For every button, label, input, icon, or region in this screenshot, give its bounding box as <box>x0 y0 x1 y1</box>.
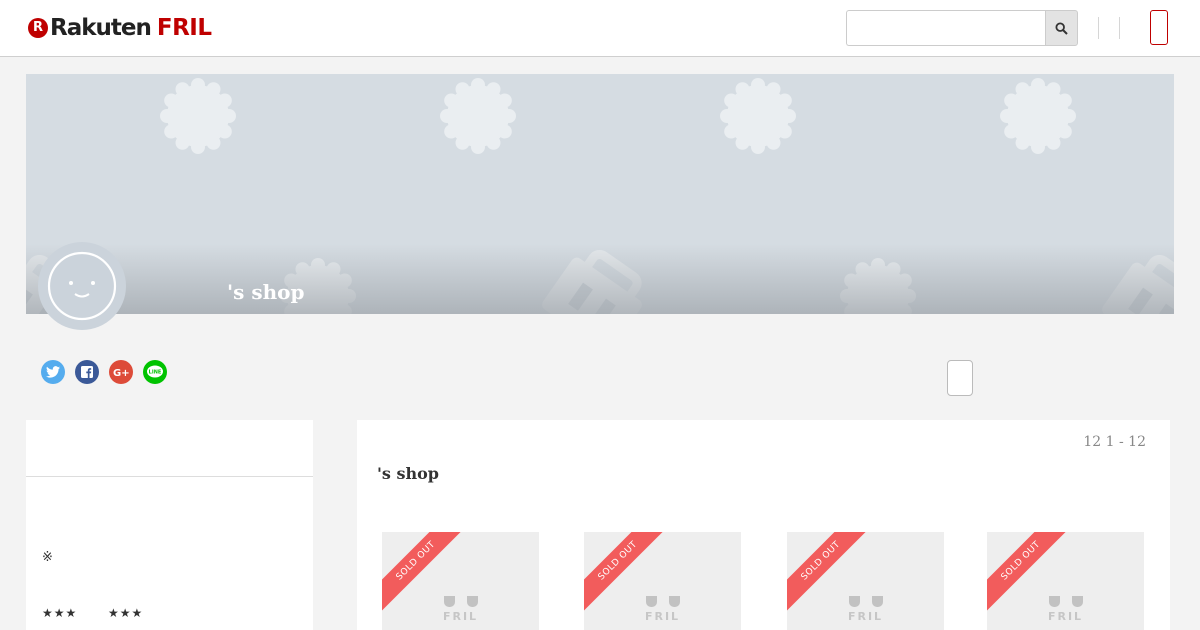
listing-title: 's shop <box>377 464 439 483</box>
shop-banner <box>26 74 1174 314</box>
placeholder-icon <box>1049 596 1083 607</box>
google-plus-share-button[interactable]: G+ <box>109 360 133 384</box>
search-icon <box>1055 21 1068 35</box>
rating-stars: ★★★ <box>42 606 78 620</box>
banner-shade <box>26 244 1174 314</box>
search-button[interactable] <box>1045 10 1078 46</box>
smiley-avatar-icon <box>47 251 117 321</box>
shop-name: 's shop <box>227 280 305 304</box>
item-card[interactable]: SOLD OUT FRIL <box>987 532 1144 630</box>
result-count: 12 1 - 12 <box>1083 434 1146 450</box>
header-menu-button[interactable] <box>1150 10 1168 45</box>
header-separator <box>1098 17 1099 39</box>
rating-stars: ★★★ <box>108 606 144 620</box>
item-listing: 12 1 - 12 's shop SOLD OUT FRIL SOLD OUT… <box>357 420 1170 630</box>
item-card[interactable]: SOLD OUT FRIL <box>787 532 944 630</box>
placeholder-icon <box>849 596 883 607</box>
placeholder-icon <box>646 596 680 607</box>
line-label: LINE <box>149 370 162 376</box>
twitter-share-button[interactable] <box>41 360 65 384</box>
svg-text:G+: G+ <box>113 368 129 378</box>
placeholder-text: FRIL <box>847 610 884 623</box>
google-plus-icon: G+ <box>113 368 129 378</box>
search-input[interactable] <box>846 10 1046 46</box>
item-card[interactable]: SOLD OUT FRIL <box>382 532 539 630</box>
placeholder-text: FRIL <box>644 610 681 623</box>
header-separator <box>1119 17 1120 39</box>
line-share-button[interactable]: LINE <box>143 360 167 384</box>
sidebar-divider <box>26 476 313 477</box>
facebook-share-button[interactable] <box>75 360 99 384</box>
sidebar-note: ※ <box>42 550 53 565</box>
shop-avatar <box>38 242 126 330</box>
rakuten-fril-logo[interactable]: R Rakuten FRIL <box>28 14 212 42</box>
facebook-icon <box>81 366 93 378</box>
logo-rakuten-text: Rakuten <box>50 15 152 41</box>
logo-fril-text: FRIL <box>156 15 212 41</box>
follow-button[interactable] <box>947 360 973 396</box>
twitter-icon <box>46 366 60 378</box>
rakuten-r-icon: R <box>28 18 48 38</box>
placeholder-text: FRIL <box>1047 610 1084 623</box>
placeholder-icon <box>444 596 478 607</box>
line-icon: LINE <box>147 365 163 378</box>
site-header: R Rakuten FRIL <box>0 0 1200 57</box>
shop-sidebar: ※ ★★★ ★★★ <box>26 420 313 630</box>
placeholder-text: FRIL <box>442 610 479 623</box>
item-card[interactable]: SOLD OUT FRIL <box>584 532 741 630</box>
